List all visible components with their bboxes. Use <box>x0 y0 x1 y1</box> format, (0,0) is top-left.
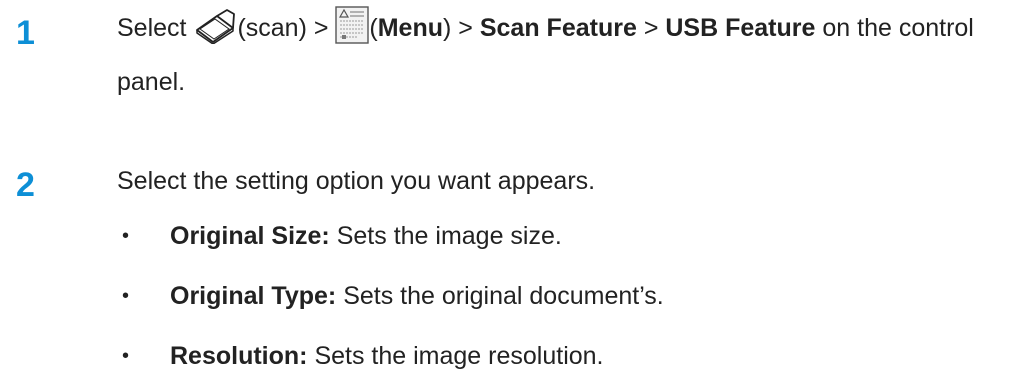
bullet-desc: Sets the image size. <box>336 222 562 250</box>
bullet-dot: • <box>122 225 130 247</box>
bullet-dot: • <box>122 285 130 307</box>
step-1-usb-feature: USB Feature <box>665 14 816 42</box>
bullet-original-size: • Original Size: Sets the image size. <box>122 221 562 251</box>
step-number-2: 2 <box>16 166 35 204</box>
step-number-1: 1 <box>16 14 35 52</box>
bullet-desc: Sets the original document’s. <box>343 282 664 310</box>
bullet-term: Resolution: <box>170 342 308 370</box>
step-1-separator: > <box>643 14 659 42</box>
bullet-dot: • <box>122 345 130 367</box>
bullet-term: Original Type: <box>170 282 337 310</box>
step-1-scan-label: (scan) > <box>237 14 329 42</box>
bullet-resolution: • Resolution: Sets the image resolution. <box>122 341 604 371</box>
step-2-text: Select the setting option you want appea… <box>117 167 596 195</box>
menu-icon <box>335 6 370 59</box>
bullet-term: Original Size: <box>170 222 330 250</box>
scanner-icon <box>193 8 237 59</box>
step-1-scan-feature: Scan Feature <box>479 14 637 42</box>
step-1-menu-open: ( <box>369 14 378 42</box>
step-1-text: Select (scan) > (Menu) > Scan Feature > … <box>117 5 997 105</box>
step-1-menu-close: ) > <box>443 14 473 42</box>
bullet-original-type: • Original Type: Sets the original docume… <box>122 281 664 311</box>
step-1-menu-label: Menu <box>377 14 444 42</box>
bullet-desc: Sets the image resolution. <box>314 342 604 370</box>
step-1-select: Select <box>117 14 187 42</box>
